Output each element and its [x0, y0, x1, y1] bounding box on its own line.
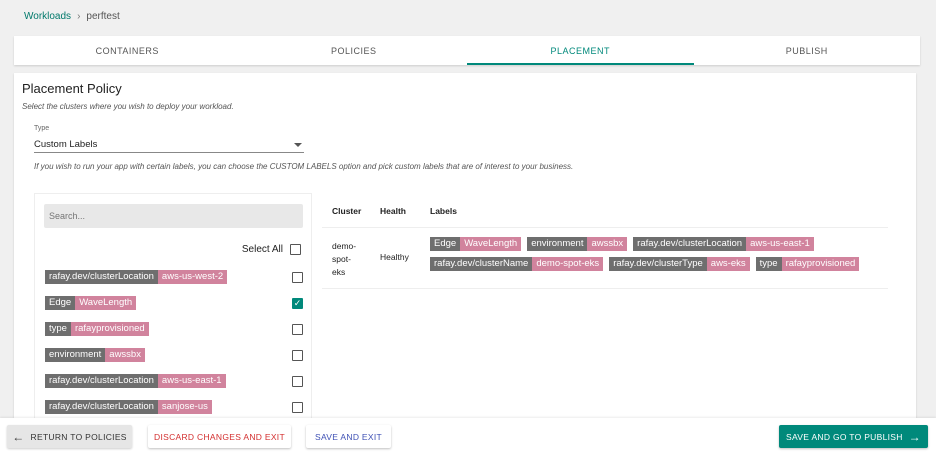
label-chip: rafay.dev/clusterType aws-eks: [609, 257, 750, 271]
chip-value: aws-us-east-1: [157, 374, 226, 388]
chip-value: WaveLength: [75, 296, 137, 310]
page-subtitle: Select the clusters where you wish to de…: [22, 102, 234, 111]
label-option: Edge WaveLength ✓: [45, 296, 303, 310]
select-all-checkbox[interactable]: [290, 244, 301, 255]
page-title: Placement Policy: [22, 81, 122, 96]
row-divider: [322, 288, 888, 289]
cluster-health: Healthy: [380, 252, 409, 262]
chip-value: awssbx: [105, 348, 145, 362]
cluster-labels: Edge WaveLength environment awssbx rafay.d…: [430, 237, 880, 271]
discard-changes-button[interactable]: DISCARD CHANGES AND EXIT: [148, 425, 291, 448]
label-chip: type rafayprovisioned: [45, 322, 149, 336]
select-all[interactable]: Select All: [242, 244, 301, 255]
caret-down-icon: [294, 142, 302, 147]
cluster-name-line: eks: [332, 267, 346, 277]
column-header-labels: Labels: [430, 206, 457, 216]
chip-key: Edge: [45, 296, 76, 310]
label-chip: rafay.dev/clusterName demo-spot-eks: [430, 257, 604, 271]
label-checkbox[interactable]: [292, 375, 303, 387]
footer-bar: ← RETURN TO POLICIES DISCARD CHANGES AND…: [0, 418, 936, 462]
chip-key: rafay.dev/clusterName: [430, 257, 533, 271]
label-checkbox[interactable]: [292, 323, 303, 335]
label-option: environment awssbx: [45, 348, 303, 362]
arrow-left-icon: ←: [12, 429, 25, 444]
chip-key: type: [45, 322, 71, 336]
clusters-table: Cluster Health Labels demo- spot- eks He…: [322, 193, 888, 418]
chip-value: rafayprovisioned: [70, 322, 149, 336]
label-chip: Edge WaveLength: [45, 296, 137, 310]
label-chip: type rafayprovisioned: [755, 257, 860, 271]
label-chip: rafay.dev/clusterLocation aws-us-west-2: [45, 270, 228, 284]
chip-value: sanjose-us: [157, 400, 212, 414]
label-option: rafay.dev/clusterLocation aws-us-east-1: [45, 374, 303, 388]
return-to-policies-label: RETURN TO POLICIES: [30, 431, 127, 442]
workload-tabs: CONTAINERS POLICIES PLACEMENT PUBLISH: [14, 36, 920, 65]
breadcrumb-workloads-link[interactable]: Workloads: [24, 11, 71, 22]
save-and-publish-label: SAVE AND GO TO PUBLISH: [786, 431, 903, 442]
label-checkbox-checked[interactable]: ✓: [292, 297, 303, 309]
label-option: rafay.dev/clusterLocation sanjose-us: [45, 400, 303, 414]
return-to-policies-button[interactable]: ← RETURN TO POLICIES: [7, 425, 132, 448]
label-option: type rafayprovisioned: [45, 322, 303, 336]
chip-value: WaveLength: [460, 237, 522, 251]
cluster-name-line: spot-: [332, 254, 351, 264]
type-select[interactable]: Custom Labels: [34, 137, 304, 153]
chip-value: aws-us-east-1: [746, 237, 814, 251]
tab-placement[interactable]: PLACEMENT: [467, 36, 694, 65]
tab-containers[interactable]: CONTAINERS: [14, 36, 241, 65]
save-and-publish-button[interactable]: SAVE AND GO TO PUBLISH →: [779, 425, 928, 448]
cluster-name: demo- spot- eks: [332, 240, 368, 279]
chip-key: rafay.dev/clusterLocation: [45, 270, 158, 284]
save-and-exit-button[interactable]: SAVE AND EXIT: [306, 425, 391, 448]
cluster-name-line: demo-: [332, 241, 357, 251]
chip-key: type: [755, 257, 782, 271]
label-chip: rafay.dev/clusterLocation sanjose-us: [45, 400, 212, 414]
breadcrumb-current: perftest: [86, 11, 120, 22]
column-header-cluster: Cluster: [332, 206, 362, 216]
label-checkbox[interactable]: [292, 271, 303, 283]
placement-card: Placement Policy Select the clusters whe…: [14, 73, 916, 418]
chip-key: rafay.dev/clusterLocation: [45, 400, 158, 414]
tab-policies[interactable]: POLICIES: [241, 36, 468, 65]
type-select-value: Custom Labels: [34, 139, 98, 150]
label-chip: environment awssbx: [45, 348, 145, 362]
label-checkbox[interactable]: [292, 401, 303, 413]
chip-key: rafay.dev/clusterType: [609, 257, 707, 271]
chip-key: environment: [527, 237, 588, 251]
chip-key: environment: [45, 348, 106, 362]
chip-value: demo-spot-eks: [532, 257, 604, 271]
checkmark-icon: ✓: [293, 297, 302, 308]
search-input[interactable]: [44, 204, 303, 228]
label-chip: rafay.dev/clusterLocation aws-us-east-1: [633, 237, 814, 251]
chip-value: awssbx: [587, 237, 628, 251]
label-chip: Edge WaveLength: [430, 237, 522, 251]
tab-publish[interactable]: PUBLISH: [694, 36, 921, 65]
header-divider: [322, 227, 888, 228]
label-chip: environment awssbx: [527, 237, 628, 251]
label-chip: rafay.dev/clusterLocation aws-us-east-1: [45, 374, 226, 388]
breadcrumb: Workloads › perftest: [24, 11, 120, 22]
label-option: rafay.dev/clusterLocation aws-us-west-2: [45, 270, 303, 284]
breadcrumb-separator: ›: [77, 11, 81, 22]
type-label: Type: [34, 125, 50, 132]
chip-value: rafayprovisioned: [781, 257, 860, 271]
chip-key: Edge: [430, 237, 461, 251]
chip-value: aws-eks: [706, 257, 750, 271]
label-picker: Select All rafay.dev/clusterLocationaws-…: [34, 193, 312, 418]
chip-key: rafay.dev/clusterLocation: [45, 374, 158, 388]
label-checkbox[interactable]: [292, 349, 303, 361]
column-header-health: Health: [380, 206, 406, 216]
chip-value: aws-us-west-2: [157, 270, 228, 284]
select-all-label: Select All: [241, 244, 283, 255]
chip-key: rafay.dev/clusterLocation: [633, 237, 747, 251]
type-hint: If you wish to run your app with certain…: [34, 162, 574, 171]
arrow-right-icon: →: [908, 429, 921, 444]
